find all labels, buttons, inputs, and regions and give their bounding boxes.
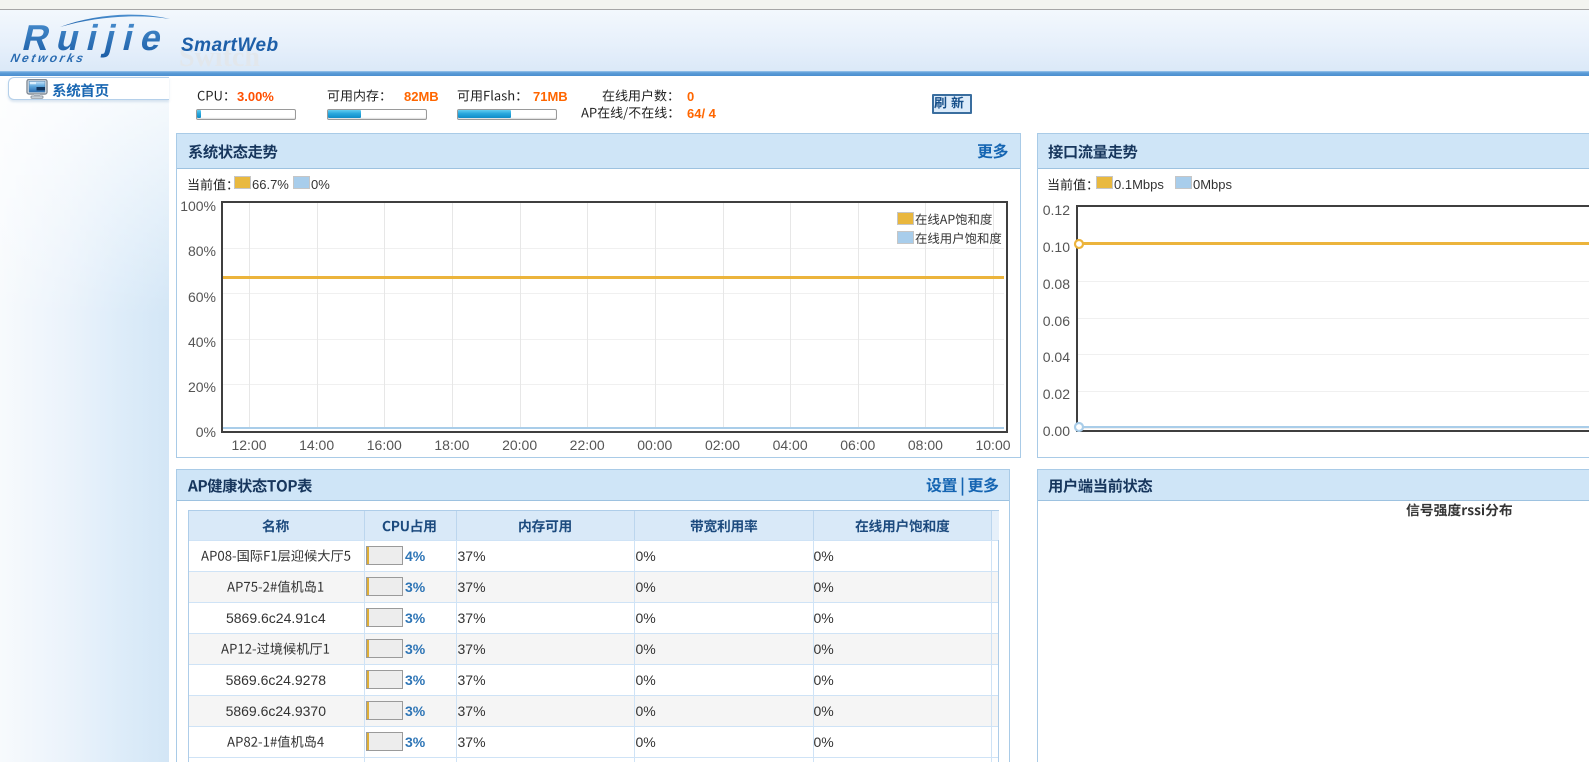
svg-text:Networks: Networks <box>9 51 87 65</box>
